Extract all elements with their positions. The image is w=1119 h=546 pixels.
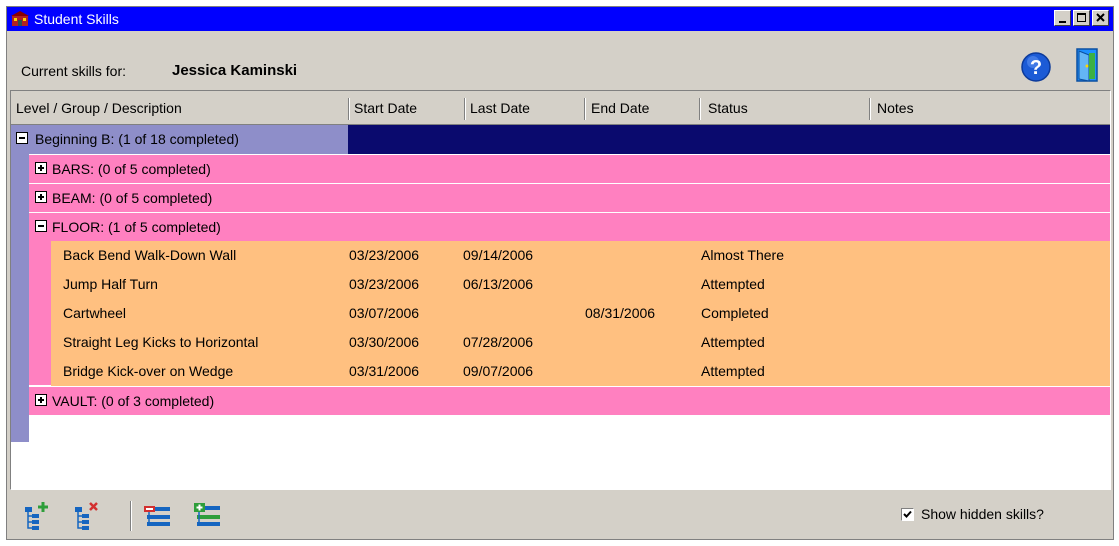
expand-toggle[interactable] — [35, 162, 47, 174]
skill-last-date: 06/13/2006 — [463, 276, 534, 292]
skill-status: Attempted — [701, 276, 765, 292]
skill-start-date: 03/23/2006 — [349, 276, 420, 292]
skill-last-date: 09/14/2006 — [463, 247, 534, 263]
group-row-vault[interactable]: VAULT: (0 of 3 completed) — [29, 386, 1110, 415]
skill-last-date: 07/28/2006 — [463, 334, 534, 350]
bottom-toolbar: Show hidden skills? — [7, 493, 1113, 539]
col-header-status[interactable]: Status — [708, 100, 748, 116]
col-header-notes[interactable]: Notes — [877, 100, 914, 116]
show-hidden-skills-checkbox[interactable] — [901, 507, 914, 521]
expand-toggle[interactable] — [35, 394, 47, 406]
skill-row[interactable]: Cartwheel 03/07/2006 08/31/2006 Complete… — [51, 299, 1110, 328]
group-row-floor[interactable]: FLOOR: (1 of 5 completed) — [29, 212, 1110, 241]
skill-row[interactable]: Straight Leg Kicks to Horizontal 03/30/2… — [51, 328, 1110, 357]
level-label: Beginning B: (1 of 18 completed) — [35, 131, 239, 147]
skill-description: Cartwheel — [63, 305, 127, 321]
minimize-button[interactable] — [1054, 10, 1071, 26]
group-label: VAULT: (0 of 3 completed) — [52, 393, 215, 409]
remove-skill-icon[interactable] — [73, 501, 101, 531]
group-label: BARS: (0 of 5 completed) — [52, 161, 211, 177]
app-icon — [11, 11, 29, 27]
current-skills-label: Current skills for: — [21, 63, 127, 79]
skill-start-date: 03/07/2006 — [349, 305, 420, 321]
show-hidden-skills-label: Show hidden skills? — [921, 506, 1044, 522]
skill-status: Almost There — [701, 247, 784, 263]
skill-start-date: 03/31/2006 — [349, 363, 420, 379]
level-row[interactable]: Beginning B: (1 of 18 completed) — [11, 125, 1110, 154]
floor-indent-strip — [29, 240, 53, 385]
student-name: Jessica Kaminski — [172, 62, 298, 79]
student-skills-window: Student Skills Current skills for: Jessi… — [6, 6, 1114, 540]
expand-toggle[interactable] — [35, 191, 47, 203]
level-indent-strip — [11, 154, 29, 442]
skill-status: Attempted — [701, 363, 765, 379]
skill-description: Bridge Kick-over on Wedge — [63, 363, 234, 379]
skill-end-date: 08/31/2006 — [585, 305, 656, 321]
exit-door-icon[interactable] — [1071, 47, 1103, 83]
title-bar[interactable]: Student Skills — [7, 7, 1113, 31]
skill-status: Attempted — [701, 334, 765, 350]
skill-start-date: 03/23/2006 — [349, 247, 420, 263]
col-header-description[interactable]: Level / Group / Description — [16, 100, 182, 116]
close-button[interactable] — [1092, 10, 1109, 26]
group-label: FLOOR: (1 of 5 completed) — [52, 219, 221, 235]
skill-description: Straight Leg Kicks to Horizontal — [63, 334, 259, 350]
skill-row[interactable]: Jump Half Turn 03/23/2006 06/13/2006 Att… — [51, 270, 1110, 299]
collapse-toggle[interactable] — [16, 132, 28, 144]
skill-description: Back Bend Walk-Down Wall — [63, 247, 237, 263]
add-skill-icon[interactable] — [23, 501, 51, 531]
show-hidden-skills-option[interactable]: Show hidden skills? — [901, 506, 1044, 522]
group-label: BEAM: (0 of 5 completed) — [52, 190, 213, 206]
skills-tree-grid[interactable]: Level / Group / Description Start Date L… — [10, 90, 1111, 490]
window-title: Student Skills — [34, 11, 119, 27]
svg-text:?: ? — [1030, 57, 1042, 79]
skill-row[interactable]: Bridge Kick-over on Wedge 03/31/2006 09/… — [51, 357, 1110, 386]
skill-row[interactable]: Back Bend Walk-Down Wall 03/23/2006 09/1… — [51, 241, 1110, 270]
skill-status: Completed — [701, 305, 769, 321]
grid-header: Level / Group / Description Start Date L… — [11, 91, 1110, 125]
col-header-end-date[interactable]: End Date — [591, 100, 649, 116]
skill-last-date: 09/07/2006 — [463, 363, 534, 379]
expand-all-icon[interactable] — [193, 501, 221, 531]
col-header-start-date[interactable]: Start Date — [354, 100, 417, 116]
skill-description: Jump Half Turn — [63, 276, 158, 292]
help-icon[interactable]: ? — [1020, 51, 1052, 83]
collapse-all-icon[interactable] — [143, 501, 171, 531]
group-row-bars[interactable]: BARS: (0 of 5 completed) — [29, 154, 1110, 183]
maximize-button[interactable] — [1073, 10, 1090, 26]
skill-start-date: 03/30/2006 — [349, 334, 420, 350]
col-header-last-date[interactable]: Last Date — [470, 100, 530, 116]
collapse-toggle[interactable] — [35, 220, 47, 232]
group-row-beam[interactable]: BEAM: (0 of 5 completed) — [29, 183, 1110, 212]
